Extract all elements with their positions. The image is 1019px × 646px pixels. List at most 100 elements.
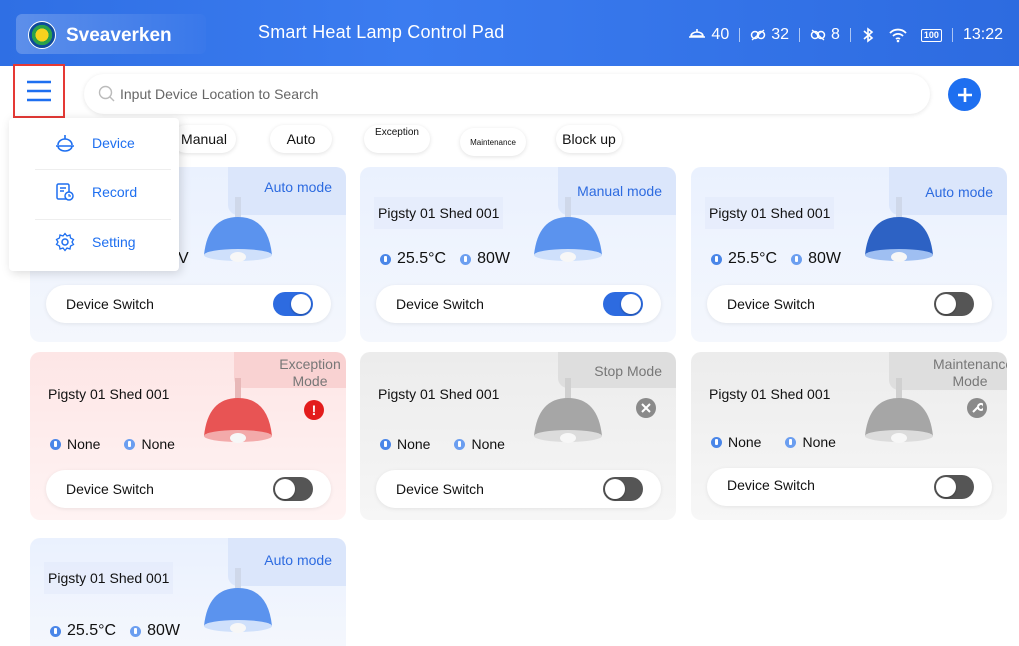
unlink-icon (810, 29, 826, 41)
clock: 13:22 (962, 26, 1003, 43)
device-title: Pigsty 01 Shed 001 (378, 386, 500, 402)
device-card-2[interactable]: Manual mode Pigsty 01 Shed 001 25.5°C 80… (360, 167, 676, 342)
device-title: Pigsty 01 Shed 001 (705, 197, 835, 229)
filter-auto[interactable]: Auto (270, 125, 332, 153)
readings: None None (50, 436, 175, 452)
wrench-icon (967, 398, 987, 418)
side-menu-label: Device (92, 135, 135, 151)
heat-lamp-icon (204, 197, 272, 262)
temperature-icon (711, 253, 722, 265)
device-switch-row: Device Switch (707, 285, 992, 323)
bluetooth-icon (863, 27, 874, 43)
brand-logo (28, 21, 56, 49)
readings: 25.5°C 80W (380, 250, 510, 268)
device-card-3[interactable]: Auto mode Pigsty 01 Shed 001 25.5°C 80W … (691, 167, 1007, 342)
hamburger-icon (27, 80, 51, 102)
status-devices: 40 (688, 26, 729, 44)
device-card-4[interactable]: Exception Mode ! Pigsty 01 Shed 001 None… (30, 352, 346, 520)
device-switch-toggle[interactable] (273, 477, 313, 501)
heat-lamp-icon (534, 378, 602, 443)
device-switch-toggle[interactable] (934, 292, 974, 316)
add-device-button[interactable] (948, 78, 981, 111)
heat-lamp-icon (865, 378, 933, 443)
side-menu: Device Record Setting (9, 118, 179, 271)
heat-lamp-icon (204, 378, 272, 443)
switch-label: Device Switch (396, 481, 484, 497)
filter-manual[interactable]: Manual (172, 125, 236, 153)
device-switch-row: Device Switch (376, 285, 661, 323)
device-switch-row: Device Switch (376, 470, 661, 508)
device-card-5[interactable]: Stop Mode Pigsty 01 Shed 001 None None D… (360, 352, 676, 520)
power-value: None (802, 434, 836, 450)
device-title: Pigsty 01 Shed 001 (374, 197, 504, 229)
device-switch-toggle[interactable] (603, 292, 643, 316)
search-input[interactable]: Input Device Location to Search (84, 74, 930, 114)
filter-exception[interactable]: Exception (364, 125, 430, 153)
brand-name: Sveaverken (66, 25, 172, 46)
search-placeholder: Input Device Location to Search (120, 86, 319, 102)
power-value: 80W (477, 250, 510, 267)
device-switch-toggle[interactable] (273, 292, 313, 316)
link-icon (750, 29, 766, 41)
gear-icon (55, 232, 75, 252)
device-switch-toggle[interactable] (934, 475, 974, 499)
power-value: 80W (147, 622, 180, 639)
readings: None None (711, 434, 836, 450)
power-value: None (141, 436, 175, 452)
filter-block-up[interactable]: Block up (556, 125, 622, 153)
side-menu-item-device[interactable]: Device (9, 118, 179, 168)
temperature-value: 25.5°C (67, 622, 117, 639)
exception-icon: ! (304, 400, 324, 420)
device-title: Pigsty 01 Shed 001 (709, 386, 831, 402)
readings: 25.5°C 80W (711, 250, 841, 268)
temperature-icon (380, 438, 391, 450)
power-value: None (471, 436, 505, 452)
heat-lamp-icon (865, 197, 933, 262)
switch-label: Device Switch (727, 477, 815, 493)
status-online: 32 (750, 26, 789, 44)
device-title: Pigsty 01 Shed 001 (44, 562, 174, 594)
power-icon (130, 625, 142, 637)
temperature-icon (711, 436, 722, 448)
readings: None None (380, 436, 505, 452)
status-offline: 8 (810, 26, 840, 44)
power-icon (791, 253, 803, 265)
power-value-partial: V (178, 250, 189, 267)
device-switch-toggle[interactable] (603, 477, 643, 501)
device-card-6[interactable]: Maintenance Mode Pigsty 01 Shed 001 None… (691, 352, 1007, 520)
device-card-7[interactable]: Auto mode Pigsty 01 Shed 001 25.5°C 80W (30, 538, 346, 646)
filter-maintenance[interactable]: Maintenance (460, 128, 526, 156)
system-icons: 100 (861, 27, 942, 43)
device-switch-row: Device Switch (46, 285, 331, 323)
side-menu-item-record[interactable]: Record (9, 167, 179, 217)
power-icon (785, 436, 797, 448)
switch-label: Device Switch (727, 296, 815, 312)
power-icon (460, 253, 472, 265)
power-icon (454, 438, 466, 450)
heat-lamp-icon (204, 568, 272, 633)
battery-icon: 100 (920, 28, 942, 42)
heat-lamp-icon (534, 197, 602, 262)
search-icon (98, 85, 115, 102)
readings: V (178, 250, 189, 268)
device-icon (56, 135, 74, 152)
device-title: Pigsty 01 Shed 001 (48, 386, 170, 402)
readings: 25.5°C 80W (50, 622, 180, 640)
plus-icon (957, 87, 972, 102)
stop-icon (636, 398, 656, 418)
status-stat1: 40 (711, 26, 730, 43)
wifi-icon (889, 28, 907, 43)
side-menu-label: Setting (92, 234, 136, 250)
power-value: 80W (808, 250, 841, 267)
side-menu-item-setting[interactable]: Setting (9, 217, 179, 267)
switch-label: Device Switch (66, 481, 154, 497)
hamburger-menu-button[interactable] (13, 64, 65, 118)
record-icon (56, 183, 74, 201)
top-bar: Sveaverken Smart Heat Lamp Control Pad 4… (0, 0, 1019, 66)
switch-label: Device Switch (66, 296, 154, 312)
status-bar: 40 32 8 100 13:22 (688, 26, 1003, 44)
temperature-value: 25.5°C (397, 250, 447, 267)
temperature-icon (50, 625, 61, 637)
status-stat3: 8 (831, 26, 840, 43)
temperature-value: None (728, 434, 762, 450)
